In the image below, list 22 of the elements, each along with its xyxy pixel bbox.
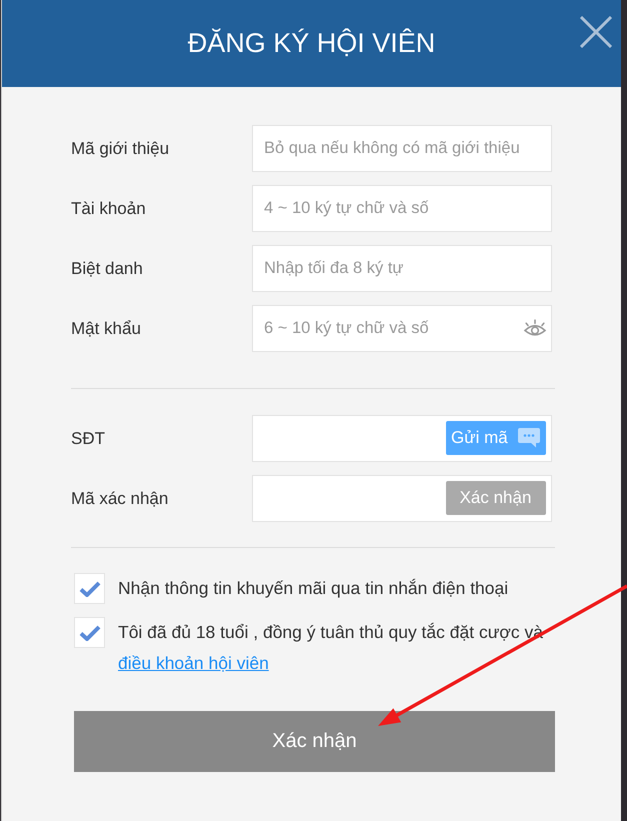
terms-link[interactable]: điều khoản hội viên: [118, 653, 269, 673]
field-label: Mã xác nhận: [71, 488, 168, 508]
agreement-text: Nhận thông tin khuyến mãi qua tin nhắn điện thoại: [118, 577, 510, 600]
check-icon: [78, 624, 100, 640]
field-label: SĐT: [71, 428, 105, 448]
password-field[interactable]: 6 ~ 10 ký tự chữ và số: [252, 305, 552, 352]
input-field[interactable]: 4 ~ 10 ký tự chữ và số: [252, 185, 552, 232]
chat-icon: [518, 428, 540, 448]
eye-icon[interactable]: [523, 318, 547, 338]
field-label: Tài khoản: [71, 198, 146, 218]
dialog-title: ĐĂNG KÝ HỘI VIÊN: [188, 28, 436, 59]
input-field[interactable]: Nhập tối đa 8 ký tự: [252, 245, 552, 292]
field-label: Biệt danh: [71, 258, 143, 278]
checkbox[interactable]: [74, 617, 105, 648]
checkbox[interactable]: [74, 573, 105, 604]
input-field[interactable]: Bỏ qua nếu không có mã giới thiệu: [252, 125, 552, 172]
close-icon[interactable]: [580, 16, 612, 48]
send-code-button[interactable]: Gửi mã: [446, 421, 546, 455]
field-label: Mã giới thiệu: [71, 138, 170, 158]
field-label: Mật khẩu: [71, 318, 141, 338]
check-icon: [78, 580, 100, 596]
submit-button[interactable]: Xác nhận: [74, 711, 555, 772]
